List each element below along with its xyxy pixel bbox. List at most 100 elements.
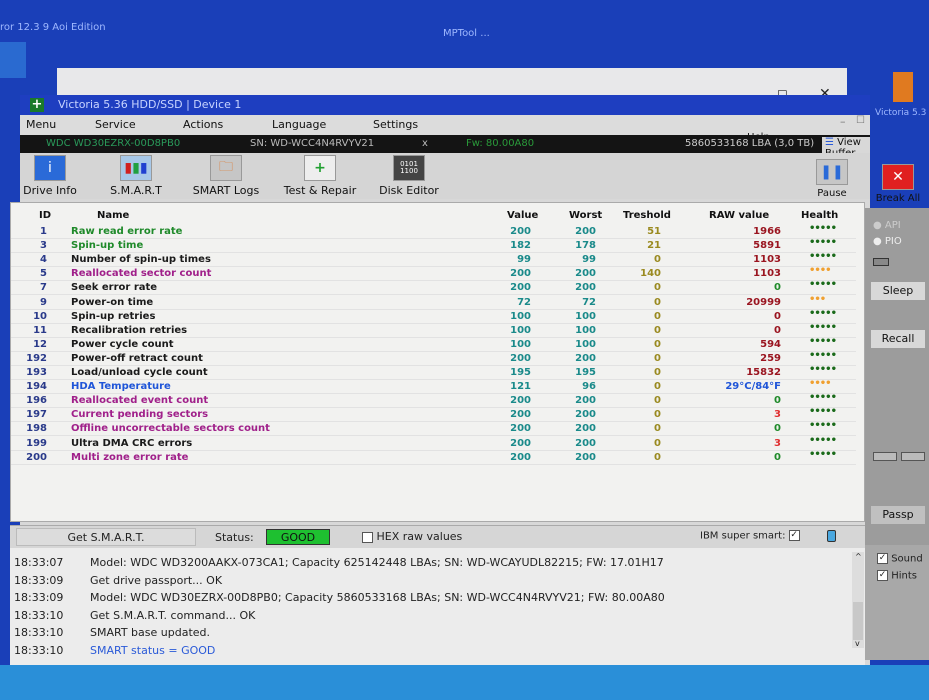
menu-menu[interactable]: Menu xyxy=(26,118,56,131)
attribute-value: 182 xyxy=(510,240,531,252)
table-row[interactable]: 4 Number of spin-up times 99 99 0 1103 ••••• xyxy=(11,251,856,268)
pio-radio[interactable]: ● PIO xyxy=(873,236,902,247)
smart-id: 196 xyxy=(26,395,47,407)
health-dots: ••••• xyxy=(809,420,837,432)
table-row[interactable]: 3 Spin-up time 182 178 21 5891 ••••• xyxy=(11,237,856,254)
small-button-2[interactable] xyxy=(901,452,925,461)
table-row[interactable]: 9 Power-on time 72 72 0 20999 ••• xyxy=(11,294,856,310)
health-dots: ••••• xyxy=(809,364,837,375)
attribute-threshold: 0 xyxy=(654,296,661,308)
small-button-1[interactable] xyxy=(873,452,897,461)
desktop-icon[interactable] xyxy=(0,42,26,78)
col-name[interactable]: Name xyxy=(97,210,129,221)
recall-button[interactable]: Recall xyxy=(871,330,925,348)
health-dots: •••• xyxy=(809,378,832,390)
desktop-folder-icon[interactable] xyxy=(893,72,913,102)
scroll-down-icon[interactable]: v xyxy=(855,639,860,648)
hints-label: Hints xyxy=(891,570,917,582)
attribute-worst: 200 xyxy=(575,226,596,237)
passport-button[interactable]: Passp xyxy=(871,506,925,524)
desktop-mptool-label[interactable]: MPTool ... xyxy=(443,28,490,39)
drive-info-button[interactable]: i Drive Info xyxy=(22,155,78,197)
attribute-name: Power-on time xyxy=(71,296,154,308)
smart-logs-label: SMART Logs xyxy=(192,184,260,197)
hints-checkbox[interactable]: ✓ Hints xyxy=(877,570,917,582)
table-row[interactable]: 1 Raw read error rate 200 200 51 1966 ••••• xyxy=(11,223,856,239)
attribute-value: 195 xyxy=(510,367,531,378)
col-value[interactable]: Value xyxy=(507,210,538,221)
menu-actions[interactable]: Actions xyxy=(183,118,223,131)
log-time: 18:33:10 xyxy=(14,608,64,622)
pause-button[interactable]: ❚❚ Pause xyxy=(810,159,854,199)
smart-id: 192 xyxy=(26,352,47,364)
attribute-threshold: 0 xyxy=(654,367,661,378)
attribute-worst: 200 xyxy=(575,451,596,463)
table-row[interactable]: 196 Reallocated event count 200 200 0 0 ••••• xyxy=(11,392,856,409)
attribute-worst: 200 xyxy=(575,423,596,435)
col-id[interactable]: ID xyxy=(39,210,51,221)
api-radio[interactable]: ● API xyxy=(873,220,901,231)
log-scrollbar[interactable]: ^ v xyxy=(852,552,864,648)
hex-checkbox[interactable]: HEX raw values xyxy=(362,530,462,543)
smart-logs-button[interactable]: 🗀 SMART Logs xyxy=(186,155,266,197)
attribute-worst: 200 xyxy=(575,409,596,421)
get-smart-button[interactable]: Get S.M.A.R.T. xyxy=(16,528,196,546)
disk-editor-button[interactable]: 0101 1100 Disk Editor xyxy=(372,155,446,197)
scroll-thumb[interactable] xyxy=(853,602,863,640)
break-all-button[interactable]: ✕ Break All xyxy=(868,164,928,204)
table-row[interactable]: 194 HDA Temperature 121 96 0 29°C/84°F •••• xyxy=(11,378,856,395)
attribute-name: Recalibration retries xyxy=(71,324,188,336)
table-row[interactable]: 10 Spin-up retries 100 100 0 0 ••••• xyxy=(11,307,856,324)
health-dots: ••••• xyxy=(809,223,837,234)
col-health[interactable]: Health xyxy=(801,210,838,221)
table-row[interactable]: 192 Power-off retract count 200 200 0 259 ••••… xyxy=(11,350,856,366)
attribute-raw: 5891 xyxy=(753,240,781,252)
table-row[interactable]: 199 Ultra DMA CRC errors 200 200 0 3 ••••• xyxy=(11,435,856,451)
scroll-up-icon[interactable]: ^ xyxy=(855,552,862,561)
table-row[interactable]: 198 Offline uncorrectable sectors count 20… xyxy=(11,420,856,437)
minimize-icon[interactable]: – xyxy=(840,115,846,128)
table-row[interactable]: 200 Multi zone error rate 200 200 0 0 ••••• xyxy=(11,449,856,465)
menu-service[interactable]: Service xyxy=(95,118,136,131)
table-row[interactable]: 193 Load/unload cycle count 195 195 0 15832 ••… xyxy=(11,364,856,380)
pio-label: PIO xyxy=(884,236,902,247)
table-row[interactable]: 197 Current pending sectors 200 200 0 3 ••••• xyxy=(11,406,856,423)
table-row[interactable]: 5 Reallocated sector count 200 200 140 1103 ••… xyxy=(11,265,856,282)
health-dots: ••••• xyxy=(809,307,837,319)
sound-checkbox[interactable]: ✓ Sound xyxy=(877,553,923,565)
table-row[interactable]: 12 Power cycle count 100 100 0 594 ••••• xyxy=(11,336,856,352)
attribute-threshold: 0 xyxy=(654,409,661,421)
test-repair-button[interactable]: + Test & Repair xyxy=(278,155,362,197)
log-time: 18:33:10 xyxy=(14,643,64,657)
drive-close-button[interactable]: x xyxy=(422,138,428,149)
attribute-raw: 1103 xyxy=(753,254,781,266)
ibm-super-smart-checkbox[interactable]: IBM super smart: ✓ xyxy=(700,530,800,542)
attribute-raw: 594 xyxy=(760,338,781,350)
attribute-raw: 3 xyxy=(774,437,781,449)
log-message: Model: WDC WD30EZRX-00D8PB0; Capacity 58… xyxy=(90,591,665,604)
smart-id: 12 xyxy=(33,338,47,350)
smart-table: ID Name Value Worst Treshold RAW value H… xyxy=(10,202,865,522)
attribute-worst: 100 xyxy=(575,338,596,350)
smart-label: S.M.A.R.T xyxy=(110,184,162,197)
table-row[interactable]: 7 Seek error rate 200 200 0 0 ••••• xyxy=(11,279,856,296)
col-threshold[interactable]: Treshold xyxy=(623,210,671,221)
drive-info-bar: WDC WD30EZRX-00D8PB0 SN: WD-WCC4N4RVYV21… xyxy=(20,135,870,170)
attribute-worst: 100 xyxy=(575,324,596,336)
status-label: Status: xyxy=(215,531,254,544)
col-raw-value[interactable]: RAW value xyxy=(709,210,769,221)
attribute-value: 200 xyxy=(510,395,531,407)
col-worst[interactable]: Worst xyxy=(569,210,602,221)
menu-language[interactable]: Language xyxy=(272,118,326,131)
restore-icon[interactable]: ☐ xyxy=(856,115,865,126)
info-indicator-icon xyxy=(827,530,836,542)
health-dots: ••••• xyxy=(809,406,837,418)
log-message: Get S.M.A.R.T. command... OK xyxy=(90,608,256,622)
attribute-value: 200 xyxy=(510,423,531,435)
smart-button[interactable]: ▮ ▮ ▮ S.M.A.R.T xyxy=(104,155,168,197)
sleep-button[interactable]: Sleep xyxy=(871,282,925,300)
menu-settings[interactable]: Settings xyxy=(373,118,418,131)
table-row[interactable]: 11 Recalibration retries 100 100 0 0 ••••• xyxy=(11,322,856,338)
smart-id: 10 xyxy=(33,310,47,322)
attribute-threshold: 0 xyxy=(654,381,661,393)
